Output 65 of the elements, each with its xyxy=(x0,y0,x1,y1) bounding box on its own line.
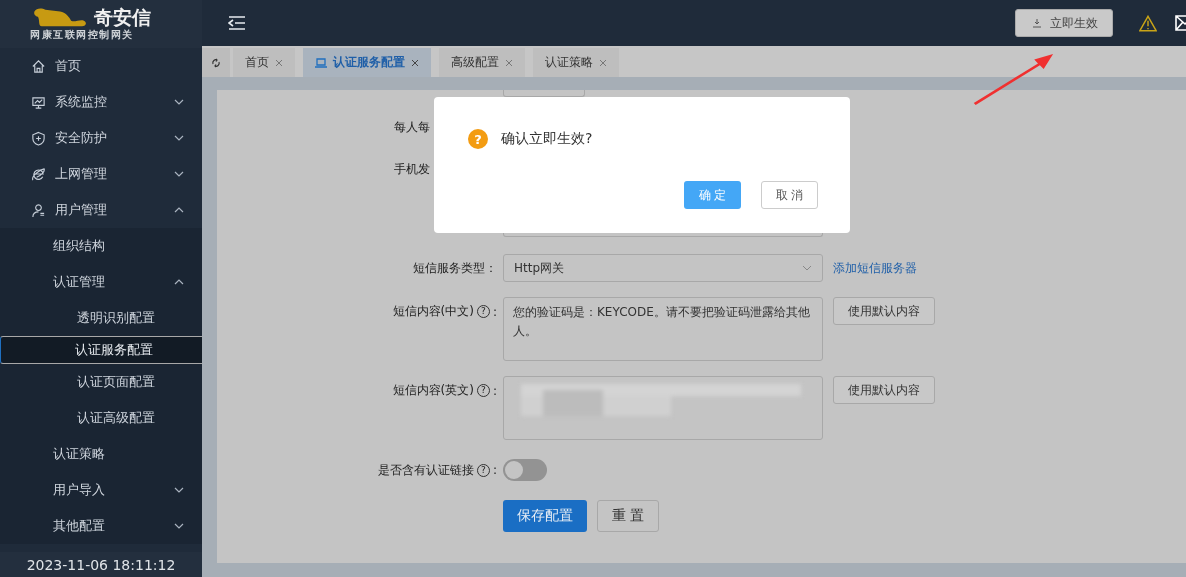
date-time: 2023-11-06 18:11:12 xyxy=(0,552,202,577)
text-area[interactable]: 您的验证码是：KEYCODE。请不要把验证码泄露给其他人。 xyxy=(503,297,823,361)
add-sms-server-link[interactable]: 添加短信服务器 xyxy=(833,259,917,277)
user-icon xyxy=(31,202,46,218)
use-default-button[interactable]: 使用默认内容 xyxy=(833,297,935,325)
menu-item[interactable]: 透明识别配置 xyxy=(0,300,202,336)
menu-item[interactable]: 用户导入 xyxy=(0,472,202,508)
toggle-switch[interactable] xyxy=(503,459,547,481)
menu-item[interactable]: 组织结构 xyxy=(0,228,202,264)
tab[interactable]: 高级配置 xyxy=(439,48,525,77)
menu-item[interactable]: 认证管理 xyxy=(0,264,202,300)
field-label: 短信内容(英文) xyxy=(392,382,474,399)
brand-name: 奇安信 xyxy=(94,6,151,28)
menu-item[interactable]: 用户管理 xyxy=(0,192,202,228)
save-button[interactable]: 保存配置 xyxy=(503,500,587,532)
apply-button[interactable]: 立即生效 xyxy=(1015,9,1113,37)
menu-fold-icon[interactable] xyxy=(228,16,246,30)
chevron-down-icon xyxy=(174,135,184,141)
close-icon[interactable] xyxy=(275,58,283,67)
label-colon: : xyxy=(492,304,497,319)
reset-button[interactable]: 重 置 xyxy=(597,500,660,532)
field-label: 手机发 xyxy=(394,160,430,178)
product-name: 网康互联网控制网关 xyxy=(30,28,135,42)
menu-item[interactable]: 认证高级配置 xyxy=(0,400,202,436)
question-icon: ? xyxy=(468,129,488,149)
dialog-message: 确认立即生效? xyxy=(501,130,593,148)
refresh-icon xyxy=(211,57,221,68)
menu-item[interactable]: 认证策略 xyxy=(0,436,202,472)
text-area[interactable] xyxy=(503,376,823,440)
chevron-down-icon xyxy=(174,523,184,529)
close-icon[interactable] xyxy=(505,58,513,67)
warning-icon[interactable] xyxy=(1139,14,1157,32)
chevron-down-icon xyxy=(174,99,184,105)
menu-item[interactable]: 上网管理 xyxy=(0,156,202,192)
chevron-up-icon xyxy=(174,279,184,285)
home-icon xyxy=(31,58,46,74)
chevron-down-icon xyxy=(174,171,184,177)
menu-item[interactable]: 认证页面配置 xyxy=(0,364,202,400)
close-icon[interactable] xyxy=(411,58,419,67)
download-icon xyxy=(1032,18,1042,28)
label-colon: : xyxy=(492,463,497,477)
tab[interactable]: 认证策略 xyxy=(533,48,619,77)
menu-item[interactable]: 认证服务配置 xyxy=(0,336,202,364)
select-field[interactable]: Http网关 xyxy=(503,254,823,282)
cancel-button[interactable]: 取 消 xyxy=(761,181,818,209)
field-label: 每人每 xyxy=(394,118,430,136)
menu-item[interactable]: 系统监控 xyxy=(0,84,202,120)
laptop-icon xyxy=(315,57,327,68)
menu-item[interactable]: 首页 xyxy=(0,48,202,84)
tab[interactable]: 首页 xyxy=(233,48,295,77)
use-default-button[interactable]: 使用默认内容 xyxy=(833,376,935,404)
menu-item[interactable]: 安全防护 xyxy=(0,120,202,156)
shield-icon xyxy=(31,130,46,146)
chevron-down-icon xyxy=(174,487,184,493)
field-label: 短信内容(中文) xyxy=(392,303,474,320)
field-label: 是否含有认证链接 xyxy=(377,461,474,479)
field-label: 短信服务类型： xyxy=(412,259,497,277)
chevron-down-icon xyxy=(802,265,812,271)
chevron-up-icon xyxy=(174,207,184,213)
label-colon: : xyxy=(492,383,497,398)
browser-icon xyxy=(31,166,46,182)
close-icon[interactable] xyxy=(599,58,607,67)
monitor-icon xyxy=(31,94,46,110)
refresh-tab-button[interactable] xyxy=(202,48,230,77)
menu-item[interactable]: 其他配置 xyxy=(0,508,202,544)
